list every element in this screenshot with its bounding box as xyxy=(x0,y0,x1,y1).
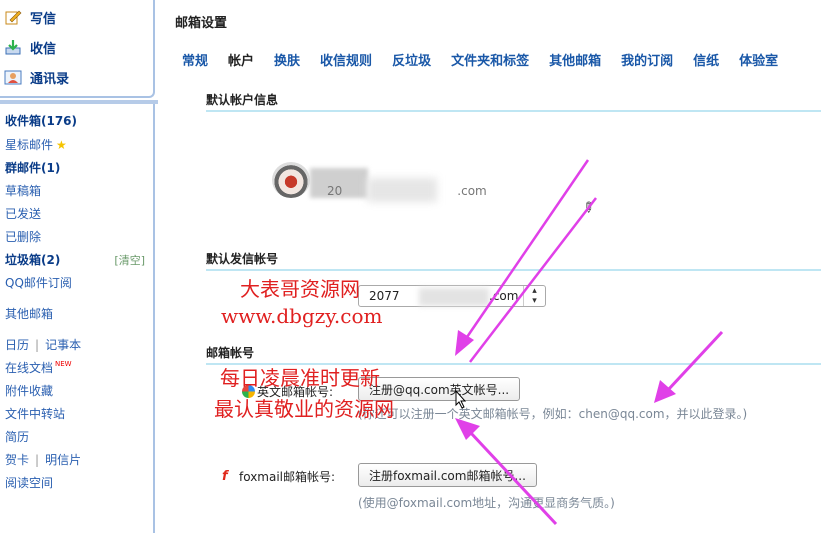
settings-tabs: 常规 帐户 换肤 收信规则 反垃圾 文件夹和标签 其他邮箱 我的订阅 信纸 体验… xyxy=(182,50,798,70)
default-sender-prefix: 2077 xyxy=(369,289,400,303)
online-docs-label: 在线文档 xyxy=(5,361,54,375)
folder-inbox[interactable]: 收件箱(176) xyxy=(5,112,77,129)
account-email-suffix: .com xyxy=(457,184,487,198)
clear-spam-link[interactable]: [清空] xyxy=(114,252,145,268)
resume-link[interactable]: 简历 xyxy=(5,428,29,445)
tab-skin[interactable]: 换肤 xyxy=(274,50,300,70)
tab-subscriptions[interactable]: 我的订阅 xyxy=(621,50,673,70)
attachments-link[interactable]: 附件收藏 xyxy=(5,382,53,399)
default-sender-section-title: 默认发信帐号 xyxy=(206,250,821,271)
account-email: 20 .com xyxy=(327,184,487,198)
edit-pencil-icon[interactable]: ✎ xyxy=(578,198,598,218)
default-sender-select[interactable]: 2077 .com ▴ ▾ xyxy=(358,285,546,307)
folder-sent[interactable]: 已发送 xyxy=(5,205,41,222)
settings-panel: 邮箱设置 常规 帐户 换肤 收信规则 反垃圾 文件夹和标签 其他邮箱 我的订阅 … xyxy=(162,0,821,533)
watermark-site-name: 大表哥资源网 xyxy=(240,277,360,301)
check-mail-button[interactable]: 收信 xyxy=(4,36,56,58)
english-account-hint: (你还可以注册一个英文邮箱帐号，例如：chen@qq.com，并以此登录。) xyxy=(358,407,748,421)
separator: | xyxy=(35,338,40,352)
tab-stationery[interactable]: 信纸 xyxy=(693,50,719,70)
default-sender-suffix: .com xyxy=(489,289,519,303)
page-title: 邮箱设置 xyxy=(175,16,228,31)
tab-lab[interactable]: 体验室 xyxy=(739,50,778,70)
contacts-icon xyxy=(4,68,22,86)
foxmail-account-label: f foxmail邮箱帐号: xyxy=(222,468,335,485)
account-email-prefix: 20 xyxy=(327,184,343,198)
compose-label: 写信 xyxy=(30,11,57,27)
folder-spam[interactable]: 垃圾箱(2) xyxy=(5,251,60,268)
file-transfer-link[interactable]: 文件中转站 xyxy=(5,405,65,422)
calendar-link[interactable]: 日历 xyxy=(5,338,29,352)
watermark-update-note: 每日凌晨准时更新 xyxy=(220,366,380,390)
register-foxmail-account-button[interactable]: 注册foxmail.com邮箱帐号... xyxy=(358,463,537,487)
online-docs-link[interactable]: 在线文档 NEW xyxy=(5,359,72,376)
folder-list: 收件箱(176) 星标邮件 ★ 群邮件(1) 草稿箱 已发送 已删除 垃圾箱(2)… xyxy=(0,104,155,533)
tools-row-cards: 贺卡 | 明信片 xyxy=(5,451,81,468)
sidebar-actions: 写信 收信 通讯录 xyxy=(0,0,155,98)
tab-general[interactable]: 常规 xyxy=(182,50,208,70)
tab-anti-spam[interactable]: 反垃圾 xyxy=(392,50,431,70)
compose-icon xyxy=(4,8,22,26)
folder-starred-label: 星标邮件 xyxy=(5,138,54,152)
new-badge: NEW xyxy=(55,360,72,368)
contacts-button[interactable]: 通讯录 xyxy=(4,66,69,88)
sender-redaction xyxy=(419,288,489,306)
contacts-label: 通讯录 xyxy=(30,71,70,87)
folder-starred[interactable]: 星标邮件 ★ xyxy=(5,136,67,153)
folder-other-mailboxes[interactable]: 其他邮箱 xyxy=(5,305,53,322)
mouse-cursor-icon xyxy=(455,390,467,409)
reading-space-link[interactable]: 阅读空间 xyxy=(5,474,53,491)
tab-mail-rules[interactable]: 收信规则 xyxy=(320,50,372,70)
select-arrows-icon: ▴ ▾ xyxy=(523,286,545,306)
compose-button[interactable]: 写信 xyxy=(4,6,56,28)
watermark-url: www.dbgzy.com xyxy=(221,304,383,328)
default-account-section-title: 默认帐户信息 xyxy=(206,91,821,112)
folder-qq-subscription[interactable]: QQ邮件订阅 xyxy=(5,274,72,291)
folder-drafts[interactable]: 草稿箱 xyxy=(5,182,41,199)
watermark-slogan: 最认真敬业的资源网 xyxy=(214,397,394,421)
notes-link[interactable]: 记事本 xyxy=(45,338,81,352)
check-mail-label: 收信 xyxy=(30,41,57,57)
tab-account[interactable]: 帐户 xyxy=(228,50,254,70)
inbox-download-icon xyxy=(4,38,22,56)
tab-other-mailboxes[interactable]: 其他邮箱 xyxy=(549,50,601,70)
tools-row-calendar-notes: 日历 | 记事本 xyxy=(5,336,81,353)
tab-folders-labels[interactable]: 文件夹和标签 xyxy=(451,50,529,70)
folder-group-mail[interactable]: 群邮件(1) xyxy=(5,159,60,176)
separator: | xyxy=(35,453,40,467)
foxmail-icon: f xyxy=(222,468,228,484)
sidebar: 写信 收信 通讯录 收件箱(176) 星标邮件 ★ 群邮件(1) 草稿箱 已发送 … xyxy=(0,0,158,533)
foxmail-account-label-text: foxmail邮箱帐号: xyxy=(239,470,336,484)
foxmail-account-hint: (使用@foxmail.com地址，沟通更显商务气质。) xyxy=(358,496,615,510)
postcards-link[interactable]: 明信片 xyxy=(45,453,81,467)
star-icon: ★ xyxy=(56,138,67,152)
greeting-cards-link[interactable]: 贺卡 xyxy=(5,453,29,467)
folder-deleted[interactable]: 已删除 xyxy=(5,228,41,245)
avatar[interactable] xyxy=(272,162,310,198)
